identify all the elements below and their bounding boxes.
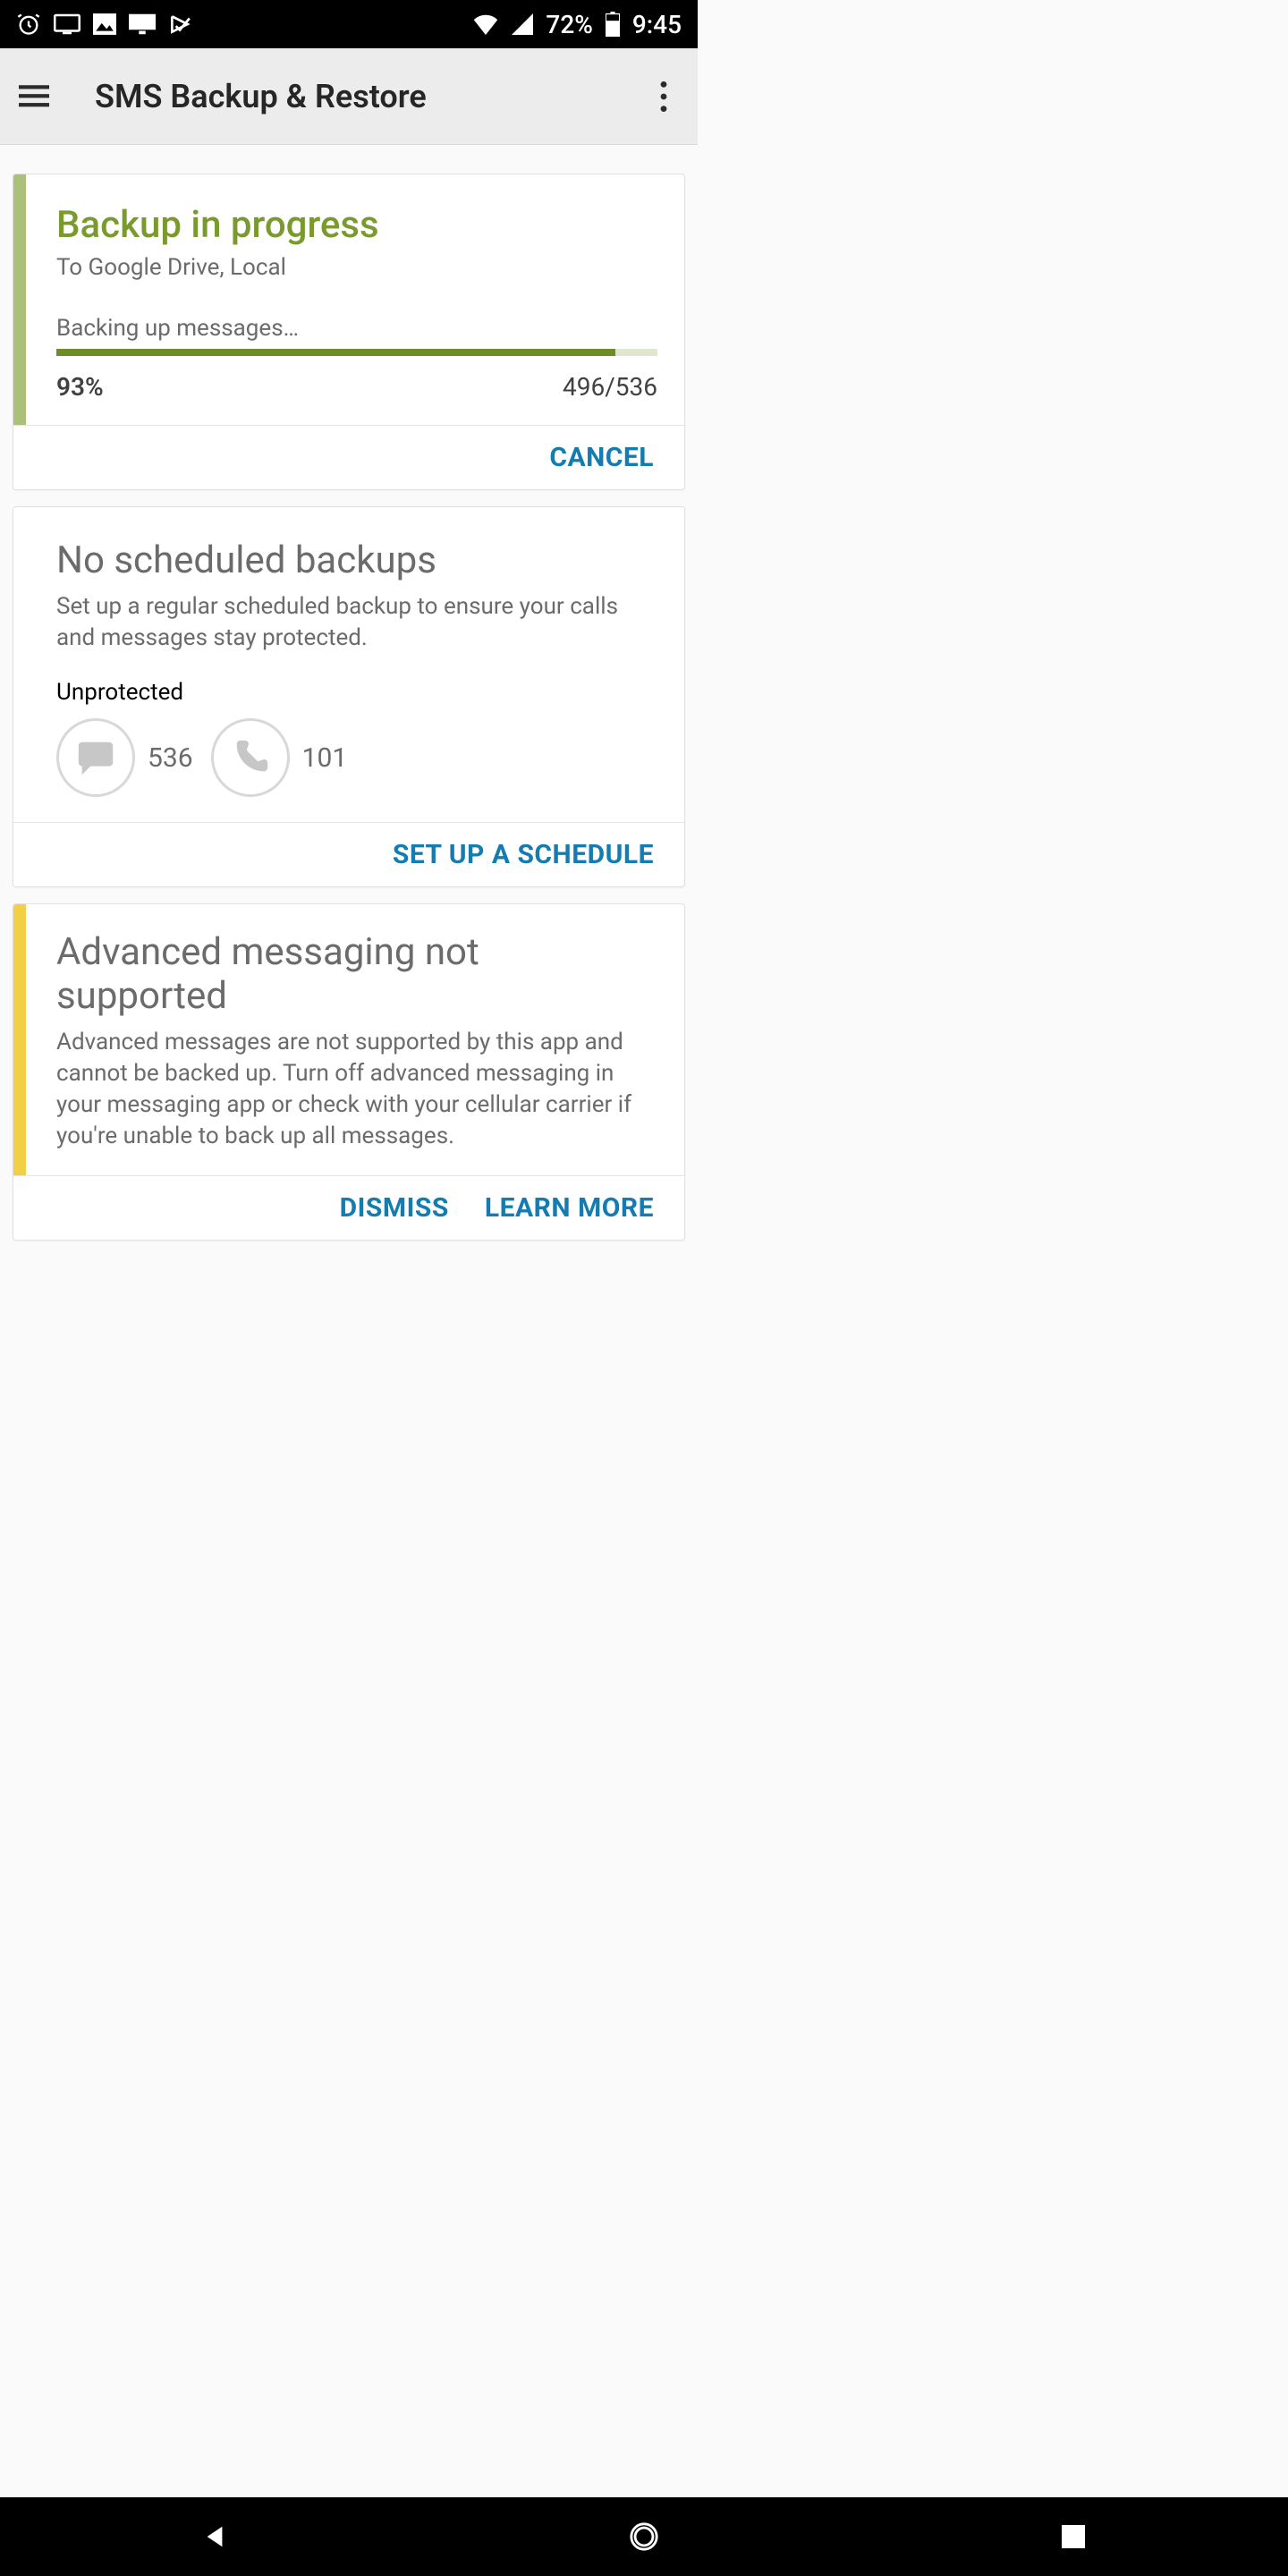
messages-count: 536 bbox=[148, 742, 193, 774]
calls-count: 101 bbox=[302, 742, 348, 774]
battery-icon bbox=[606, 12, 620, 37]
schedule-card: No scheduled backups Set up a regular sc… bbox=[13, 506, 685, 887]
cancel-button[interactable]: CANCEL bbox=[549, 442, 654, 473]
app-title: SMS Backup & Restore bbox=[95, 78, 427, 115]
messages-stat: 536 bbox=[56, 718, 193, 797]
backup-title: Backup in progress bbox=[56, 203, 657, 247]
alarm-icon bbox=[16, 12, 41, 37]
calls-stat: 101 bbox=[211, 718, 348, 797]
cast-icon bbox=[54, 13, 80, 35]
navigation-bar bbox=[0, 2497, 1288, 2576]
menu-button[interactable] bbox=[9, 72, 59, 122]
learn-more-button[interactable]: LEARN MORE bbox=[485, 1192, 654, 1224]
backup-destination: To Google Drive, Local bbox=[56, 254, 657, 281]
play-store-icon bbox=[168, 13, 191, 36]
cell-signal-icon bbox=[512, 13, 533, 35]
wifi-icon bbox=[472, 13, 499, 35]
recents-button[interactable] bbox=[1046, 2510, 1100, 2563]
battery-percent: 72% bbox=[546, 10, 592, 39]
schedule-title: No scheduled backups bbox=[56, 539, 641, 582]
schedule-desc: Set up a regular scheduled backup to ens… bbox=[56, 591, 641, 654]
unprotected-label: Unprotected bbox=[56, 679, 641, 706]
progress-percent: 93% bbox=[56, 372, 104, 402]
backup-progress-card: Backup in progress To Google Drive, Loca… bbox=[13, 174, 685, 490]
message-icon bbox=[56, 718, 135, 797]
app-bar: SMS Backup & Restore bbox=[0, 48, 698, 145]
progress-count: 496/536 bbox=[563, 372, 657, 402]
card-accent bbox=[13, 904, 26, 1175]
status-bar: 72% 9:45 bbox=[0, 0, 698, 48]
setup-schedule-button[interactable]: SET UP A SCHEDULE bbox=[393, 839, 654, 870]
backup-status: Backing up messages… bbox=[56, 315, 657, 342]
advanced-title: Advanced messaging not supported bbox=[56, 931, 657, 1018]
back-button[interactable] bbox=[188, 2510, 242, 2563]
card-accent bbox=[13, 174, 26, 425]
dismiss-button[interactable]: DISMISS bbox=[340, 1192, 449, 1224]
advanced-messaging-card: Advanced messaging not supported Advance… bbox=[13, 903, 685, 1241]
home-button[interactable] bbox=[617, 2510, 671, 2563]
advanced-desc: Advanced messages are not supported by t… bbox=[56, 1027, 657, 1175]
monitor-icon bbox=[129, 13, 156, 35]
progress-bar bbox=[56, 349, 657, 356]
clock-time: 9:45 bbox=[632, 10, 682, 39]
overflow-menu-button[interactable] bbox=[639, 72, 689, 122]
phone-icon bbox=[211, 718, 290, 797]
gallery-icon bbox=[93, 13, 116, 35]
